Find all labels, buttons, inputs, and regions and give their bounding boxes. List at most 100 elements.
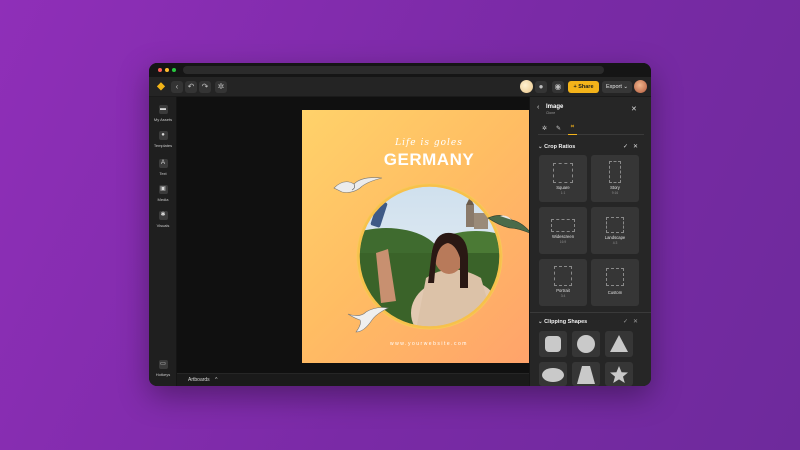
chevron-down-icon: ⌄ [623,84,629,90]
export-button[interactable]: Export ⌄ [602,81,632,93]
crop-option-ratio: 1:1 [560,191,566,195]
sidebar-item-hotkeys[interactable]: ▭ Hotkeys [149,360,177,377]
back-arrow-icon[interactable]: ‹ [171,81,183,93]
circle-shape-icon [577,335,595,353]
close-window-dot[interactable] [158,68,162,72]
artboards-toggle[interactable]: Artboards ^ [188,377,217,383]
undo-icon[interactable]: ↶ [185,81,197,93]
sidebar-item-label: Media [157,197,169,202]
clip-shape-rounded-square[interactable] [539,331,567,357]
tab-crop-icon[interactable]: ⌗ [568,124,577,135]
address-bar[interactable] [183,66,604,74]
widescreen-frame [551,219,575,232]
artboard-headline[interactable]: GERMANY [302,150,556,170]
crop-option-widescreen[interactable]: Widescreen 16:9 [539,207,587,254]
crop-option-square[interactable]: Square 1:1 [539,155,587,202]
collaborator-avatar[interactable] [520,80,533,93]
sidebar-item-label: Hotkeys [155,372,171,377]
text-icon: A [158,159,168,168]
maximize-window-dot[interactable] [172,68,176,72]
rounded-square-shape-icon [545,336,561,352]
artboards-label: Artboards [188,377,210,383]
crop-option-label: Landscape [604,235,626,240]
properties-panel: ‹ Image Clone ✕ ✲ ✎ ⌗ ⌄ Crop Ratios ✓ ✕ … [529,97,651,386]
top-toolbar: ◆ ‹ ↶ ↷ ✲ ● ◉ + Share Export ⌄ [149,77,651,97]
crop-option-custom[interactable]: Custom [591,259,639,306]
sidebar-item-text[interactable]: A Text [149,159,177,176]
sidebar-item-media[interactable]: ▣ Media [149,185,177,202]
ellipse-shape-icon [542,368,564,382]
crop-option-label: Widescreen [551,234,575,239]
crop-option-label: Portrait [556,288,570,293]
share-button[interactable]: + Share [568,81,599,93]
clip-shape-star[interactable] [605,362,633,386]
templates-icon: ● [158,131,168,140]
triangle-shape-icon [610,335,628,352]
left-sidebar: ▬ My Assets ● Templates A Text ▣ Media ✱… [149,97,177,386]
clipping-shapes-header[interactable]: ⌄ Clipping Shapes [538,319,587,325]
clip-shape-ellipse[interactable] [539,362,567,386]
seagull-top-left[interactable] [332,174,384,196]
minimize-window-dot[interactable] [165,68,169,72]
app-window: ◆ ‹ ↶ ↷ ✲ ● ◉ + Share Export ⌄ ▬ My Asse… [149,63,651,386]
user-avatar[interactable] [634,80,647,93]
chevron-down-icon: ⌄ [538,319,543,325]
editor-canvas[interactable]: Life is goles GERMANY www.yourwebsite.co… [177,97,556,373]
settings-gear-icon[interactable]: ✲ [215,81,227,93]
clip-shape-triangle[interactable] [605,331,633,357]
crop-ratios-label: Crop Ratios [544,144,576,150]
crop-option-landscape[interactable]: Landscape 4:3 [591,207,639,254]
panel-subtitle: Clone [546,111,556,115]
sidebar-item-visuals[interactable]: ✱ Visuals [149,211,177,228]
crop-ratios-header[interactable]: ⌄ Crop Ratios [538,144,575,150]
artboard-tagline[interactable]: Life is goles [302,138,556,148]
seagull-bottom-left[interactable] [346,302,390,334]
tab-effects-icon[interactable]: ✎ [556,125,561,132]
landscape-frame [606,217,624,233]
bottom-bar: Artboards ^ [177,373,529,386]
keyboard-icon: ▭ [158,360,168,369]
app-logo-icon[interactable]: ◆ [155,81,167,93]
crop-option-label: Custom [607,290,623,295]
add-user-icon: + [573,84,577,90]
crop-option-label: Square [556,185,570,190]
cancel-x-icon[interactable]: ✕ [633,318,638,325]
comments-icon[interactable]: ● [535,81,547,93]
crop-option-portrait[interactable]: Portrait 3:4 [539,259,587,306]
crop-option-ratio: 9:16 [611,191,619,195]
panel-divider [530,312,651,313]
panel-tabs: ✲ ✎ ⌗ [538,124,644,135]
sidebar-item-label: Visuals [156,223,170,228]
crop-option-ratio: 3:4 [560,294,566,298]
chevron-up-icon: ^ [215,377,218,383]
page-background: { "app": { "share_label": "Share", "expo… [0,0,800,450]
artboard-website[interactable]: www.yourwebsite.com [302,341,556,347]
confirm-check-icon[interactable]: ✓ [623,318,628,325]
crop-option-label: Story [610,185,620,190]
story-frame [609,161,621,183]
tab-settings-icon[interactable]: ✲ [542,125,547,132]
artboard[interactable]: Life is goles GERMANY www.yourwebsite.co… [302,110,556,363]
portrait-frame [554,266,572,286]
custom-frame [606,268,624,286]
back-arrow-icon[interactable]: ‹ [537,104,539,111]
square-frame [553,163,573,183]
crop-option-ratio: 16:9 [559,240,567,244]
sidebar-item-templates[interactable]: ● Templates [149,131,177,148]
confirm-check-icon[interactable]: ✓ [623,143,628,150]
chevron-down-icon: ⌄ [538,144,543,150]
redo-icon[interactable]: ↷ [199,81,211,93]
sidebar-item-my-assets[interactable]: ▬ My Assets [149,105,177,122]
sidebar-item-label: My Assets [153,117,173,122]
share-label: Share [578,84,594,90]
clip-shape-trapezoid[interactable] [572,362,600,386]
close-icon[interactable]: ✕ [631,105,637,113]
folder-icon: ▬ [158,105,168,114]
clip-shape-circle[interactable] [572,331,600,357]
browser-chrome [149,63,651,77]
bird-right[interactable] [486,210,534,238]
cancel-x-icon[interactable]: ✕ [633,143,638,150]
sidebar-item-label: Text [159,171,167,176]
crop-option-story[interactable]: Story 9:16 [591,155,639,202]
preview-eye-icon[interactable]: ◉ [552,81,564,93]
